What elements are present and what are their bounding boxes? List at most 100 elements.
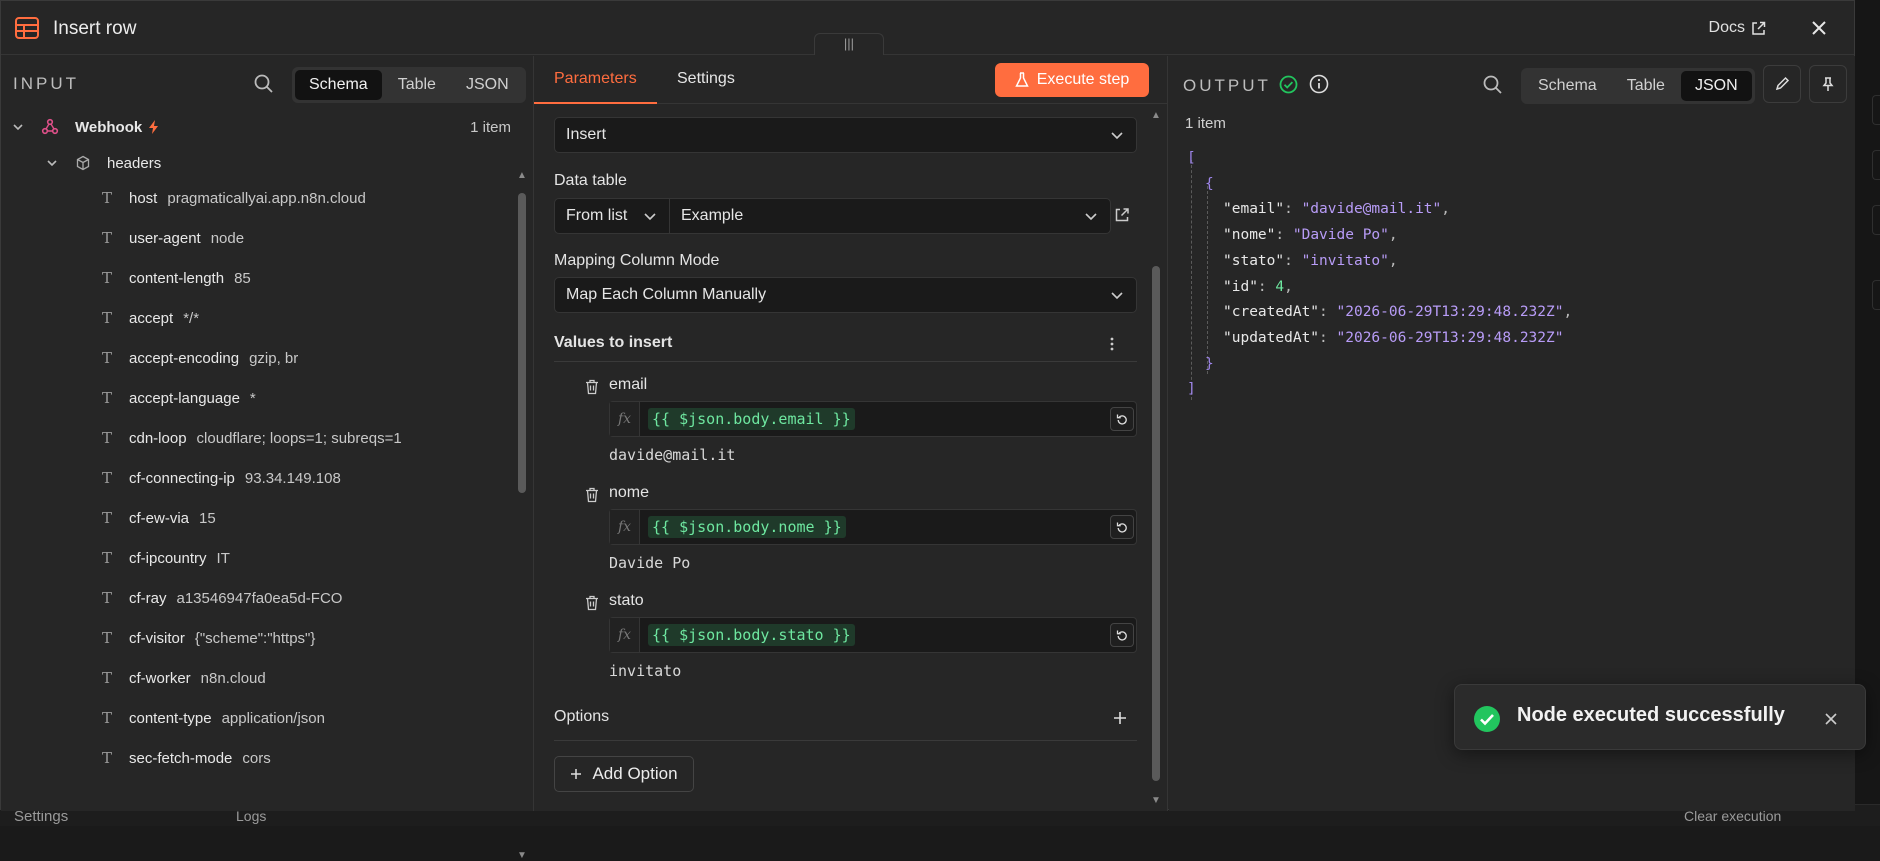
search-icon[interactable] [1482,74,1504,96]
mapping-mode-label: Mapping Column Mode [554,252,719,270]
field-key: content-length [129,270,224,287]
expression-preview: davide@mail.it [609,446,735,464]
edit-output-button[interactable] [1763,65,1801,103]
expression-preview: Davide Po [609,554,690,572]
schema-field-row[interactable]: Tsec-fetch-modecors [99,745,271,771]
pin-output-button[interactable] [1809,65,1847,103]
plus-icon[interactable] [1112,710,1128,726]
tab-parameters[interactable]: Parameters [554,70,637,88]
json-key: "email" [1223,201,1284,217]
schema-field-row[interactable]: Tcf-connecting-ip93.34.149.108 [99,465,341,491]
schema-field-row[interactable]: Tcf-visitor{"scheme":"https"} [99,625,315,651]
schema-field-row[interactable]: Tcdn-loopcloudflare; loops=1; subreqs=1 [99,425,402,451]
schema-field-row[interactable]: Taccept-encodinggzip, br [99,345,298,371]
input-view-schema[interactable]: Schema [295,70,382,100]
data-table-source-select[interactable]: From list [554,198,670,234]
json-line: "email": "davide@mail.it", [1187,197,1572,223]
schema-field-row[interactable]: Thostpragmaticallyai.app.n8n.cloud [99,185,366,211]
expression-input[interactable]: fx{{ $json.body.email }} [609,401,1137,437]
input-view-json[interactable]: JSON [452,70,523,100]
tree-node-headers[interactable]: headers [45,150,161,176]
chevron-down-icon[interactable] [11,120,25,134]
close-icon[interactable] [1823,711,1839,727]
field-value: a13546947fa0ea5d-FCO [177,590,343,607]
tab-settings[interactable]: Settings [677,70,735,88]
reset-value-button[interactable] [1110,623,1134,647]
object-cube-icon [75,155,91,171]
expression-input[interactable]: fx {{ $json.body.nome }} [609,509,1137,545]
text-type-icon: T [99,349,115,367]
fx-icon: fx [610,510,640,544]
field-key: user-agent [129,230,201,247]
webhook-icon [41,118,59,136]
schema-field-row[interactable]: Tcf-raya13546947fa0ea5d-FCO [99,585,342,611]
docs-link[interactable]: Docs [1709,19,1766,37]
json-key: "nome" [1223,227,1275,243]
schema-field-row[interactable]: Taccept*/* [99,305,199,331]
operation-value: Insert [566,126,606,144]
toast-message: Node executed successfully [1517,704,1785,727]
expression-input[interactable]: fx{{ $json.body.stato }} [609,617,1137,653]
reset-value-button[interactable] [1110,407,1134,431]
schema-field-row[interactable]: Tcf-workern8n.cloud [99,665,266,691]
input-view-switch: Schema Table JSON [292,67,526,103]
table-icon [15,17,39,39]
mapping-mode-select[interactable]: Map Each Column Manually [554,277,1137,313]
text-type-icon: T [99,749,115,767]
scroll-down-arrow[interactable]: ▼ [517,851,527,861]
text-type-icon: T [99,229,115,247]
json-output-view: [ { "email": "davide@mail.it","nome": "D… [1187,146,1572,403]
field-key: cf-visitor [129,630,185,647]
field-key: cdn-loop [129,430,187,447]
text-type-icon: T [99,389,115,407]
fx-icon: fx [610,618,640,652]
chevron-down-icon [1110,288,1124,302]
output-view-json[interactable]: JSON [1681,71,1752,101]
schema-field-row[interactable]: Tcontent-typeapplication/json [99,705,325,731]
chevron-down-icon[interactable] [45,156,59,170]
field-key: cf-connecting-ip [129,470,235,487]
text-type-icon: T [99,309,115,327]
info-icon[interactable] [1309,74,1329,94]
output-view-table[interactable]: Table [1613,71,1679,101]
scrollbar-thumb[interactable] [518,193,526,493]
schema-field-row[interactable]: Tcontent-length85 [99,265,251,291]
scrollbar-thumb[interactable] [1152,266,1160,781]
expression-code: {{ $json.body.nome }} [648,516,846,538]
schema-field-row[interactable]: Tuser-agentnode [99,225,244,251]
trash-icon[interactable] [585,379,599,395]
scroll-up-arrow[interactable]: ▲ [1151,111,1161,121]
field-key: cf-worker [129,670,191,687]
scroll-up-arrow[interactable]: ▲ [517,171,527,181]
close-icon[interactable] [1808,17,1830,39]
panel-drag-handle[interactable]: ||| [814,33,884,55]
execute-step-button[interactable]: Execute step [995,63,1149,97]
check-circle-icon [1473,705,1501,733]
parameters-scrollbar[interactable]: ▲ ▼ [1151,111,1161,806]
input-view-table[interactable]: Table [384,70,450,100]
schema-field-row[interactable]: Tcf-ipcountryIT [99,545,230,571]
trash-icon[interactable] [585,487,599,503]
external-link-icon[interactable] [1114,207,1130,223]
field-value: 85 [234,270,251,287]
input-scrollbar[interactable]: ▲ ▼ [517,171,527,861]
schema-field-row[interactable]: Tcf-ew-via15 [99,505,216,531]
text-type-icon: T [99,669,115,687]
json-line: "createdAt": "2026-06-29T13:29:48.232Z", [1187,300,1572,326]
more-options-icon[interactable] [1110,337,1114,351]
add-option-button[interactable]: Add Option [554,756,694,792]
tree-node-webhook[interactable]: Webhook 1 item [11,114,511,140]
search-icon[interactable] [253,73,275,95]
data-table-select[interactable]: Example [669,198,1111,234]
chevron-down-icon [643,209,657,223]
scroll-down-arrow[interactable]: ▼ [1151,796,1161,806]
operation-select[interactable]: Insert [554,117,1137,153]
field-key: sec-fetch-mode [129,750,232,767]
json-key: "createdAt" [1223,304,1319,320]
reset-value-button[interactable] [1110,515,1134,539]
plus-icon [570,768,582,780]
trash-icon[interactable] [585,595,599,611]
json-value: 4 [1275,279,1284,295]
schema-field-row[interactable]: Taccept-language* [99,385,256,411]
output-view-schema[interactable]: Schema [1524,71,1611,101]
